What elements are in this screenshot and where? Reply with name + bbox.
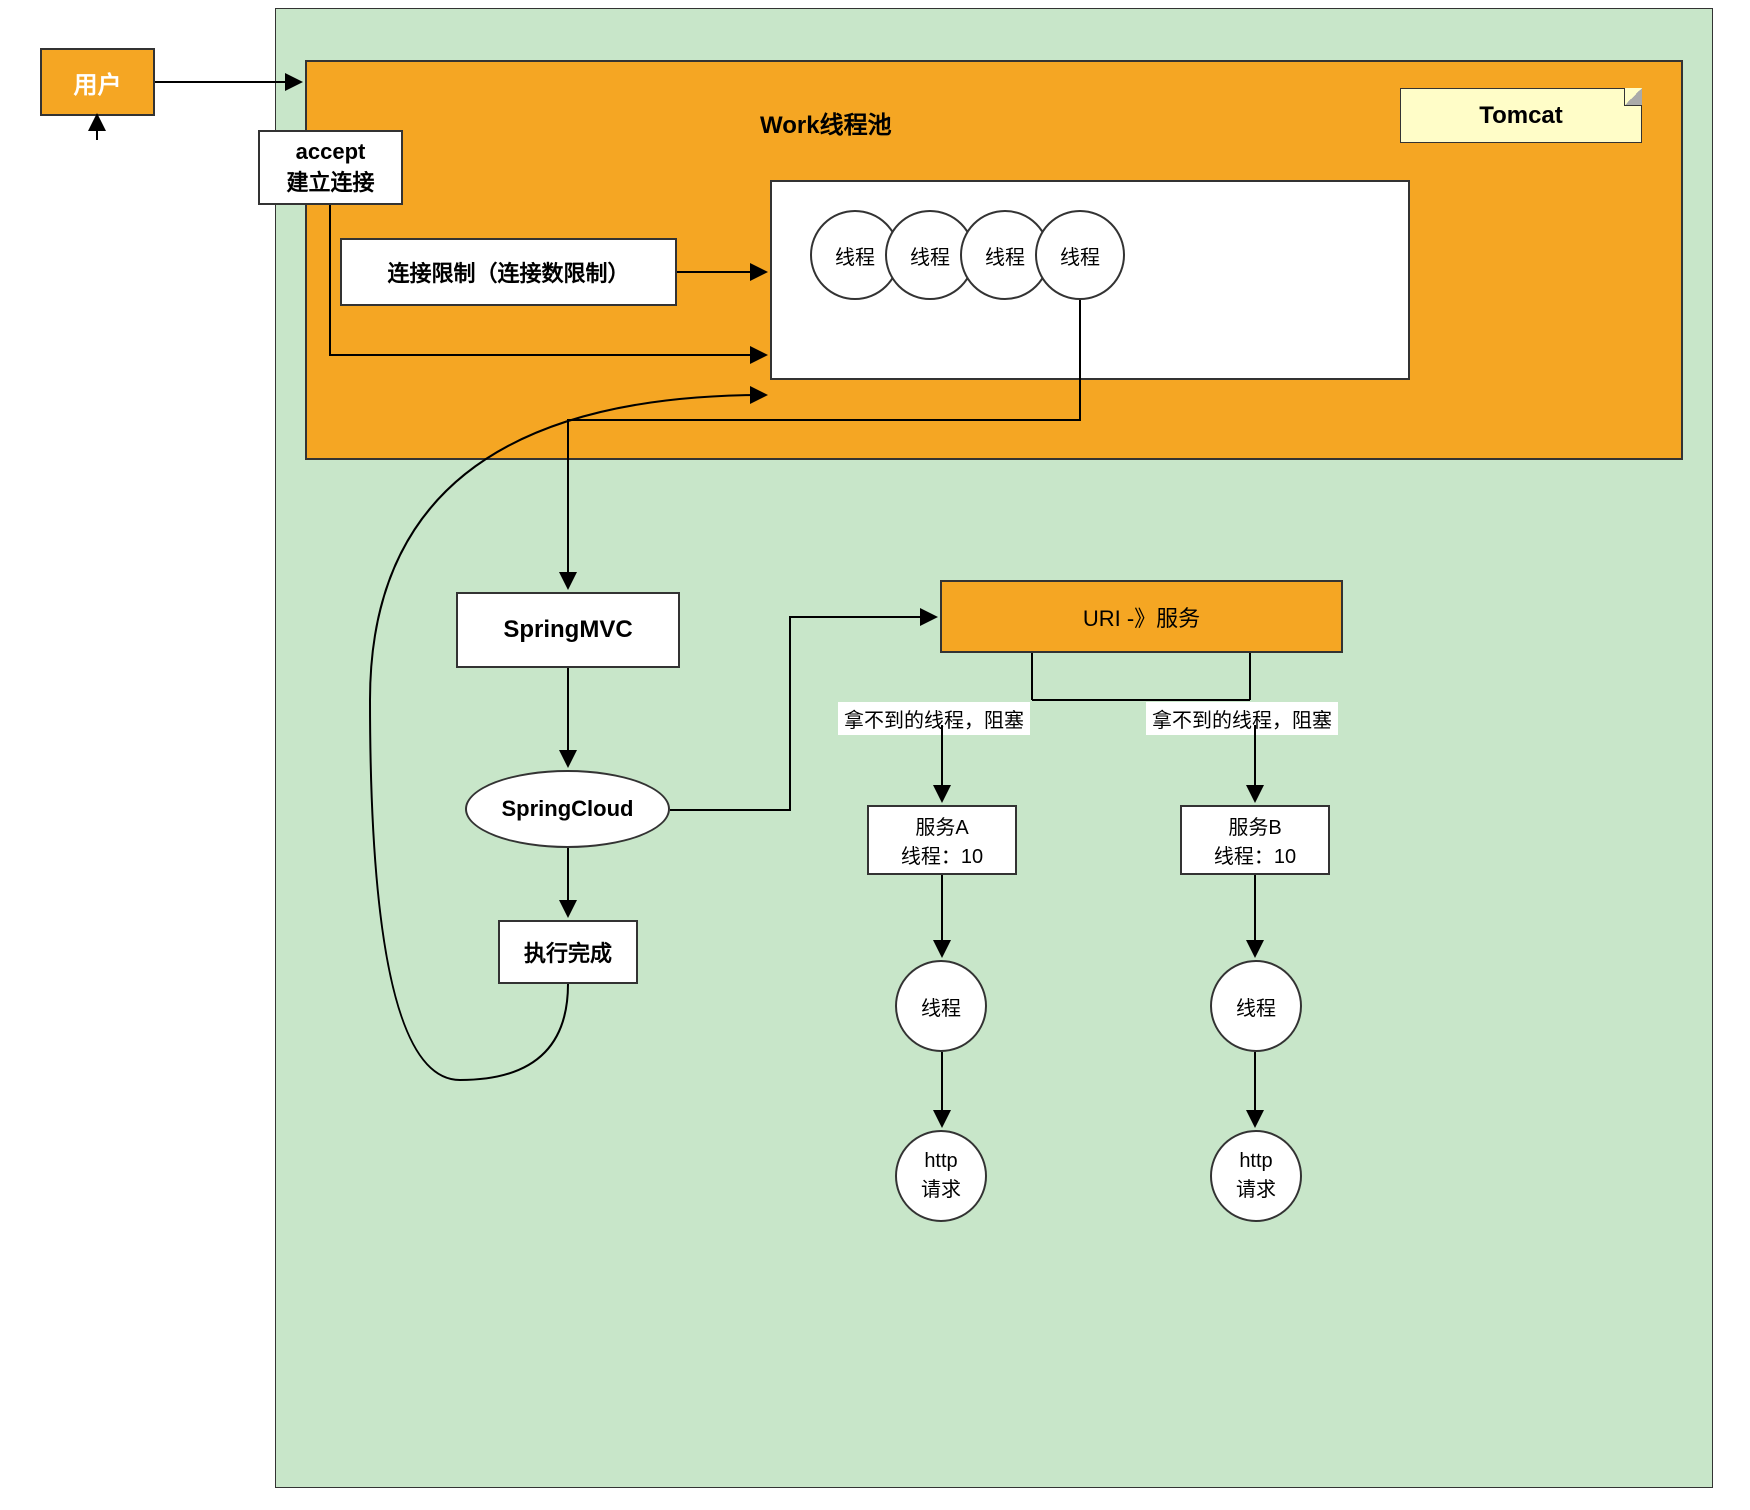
springmvc-node: SpringMVC [456, 592, 680, 668]
tomcat-note: Tomcat [1400, 88, 1642, 143]
threadpool-title: Work线程池 [760, 105, 892, 140]
springcloud-node: SpringCloud [465, 770, 670, 848]
accept-node: accept 建立连接 [258, 130, 403, 205]
block-label-b: 拿不到的线程，阻塞 [1146, 702, 1338, 735]
block-label-a: 拿不到的线程，阻塞 [838, 702, 1030, 735]
diagram-canvas: 用户 accept 建立连接 Work线程池 Tomcat 连接限制（连接数限制… [0, 0, 1750, 1510]
done-node: 执行完成 [498, 920, 638, 984]
uri-service-node: URI -》服务 [940, 580, 1343, 653]
service-b-node: 服务B 线程：10 [1180, 805, 1330, 875]
accept-label: accept 建立连接 [286, 139, 374, 197]
http-a: http 请求 [895, 1130, 987, 1222]
thread-circle-4: 线程 [1035, 210, 1125, 300]
connection-limit-node: 连接限制（连接数限制） [340, 238, 677, 306]
service-a-node: 服务A 线程：10 [867, 805, 1017, 875]
user-label: 用户 [74, 65, 122, 100]
service-b-thread: 线程 [1210, 960, 1302, 1052]
http-b: http 请求 [1210, 1130, 1302, 1222]
service-a-thread: 线程 [895, 960, 987, 1052]
note-fold-icon [1624, 88, 1642, 106]
user-node: 用户 [40, 48, 155, 116]
